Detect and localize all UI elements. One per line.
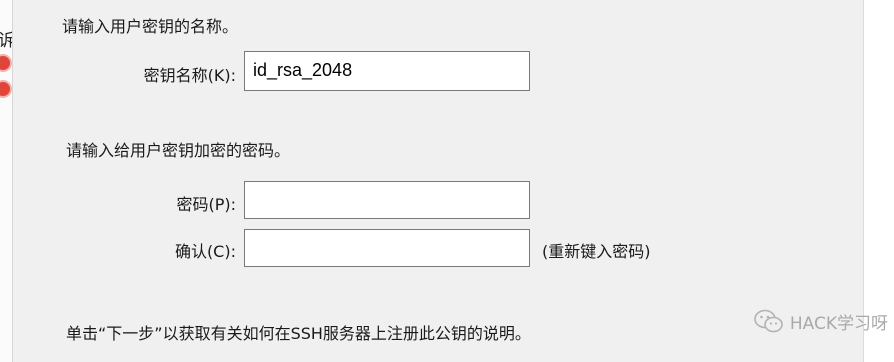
watermark-text: HACK学习呀 [789,313,888,334]
confirm-password-input[interactable] [244,229,530,267]
background-window-strip: 诉 [0,0,13,362]
key-name-instruction: 请输入用户密钥的名称。 [62,17,239,36]
key-name-label: 密钥名称(K): [143,66,236,85]
password-label: 密码(P): [176,195,236,214]
password-instruction: 请输入给用户密钥加密的密码。 [66,141,291,160]
confirm-password-hint: (重新键入密码) [542,242,651,261]
red-status-icon [0,80,12,98]
confirm-password-label: 确认(C): [174,242,236,261]
background-window-text: 诉 [0,26,12,51]
footer-instructions: 单击“下一步”以获取有关如何在SSH服务器上注册此公钥的说明。 [66,324,531,343]
red-status-icon [0,54,12,72]
key-name-input[interactable]: id_rsa_2048 [244,51,530,91]
wechat-icon [754,309,783,333]
watermark: HACK学习呀 [754,308,888,334]
password-input[interactable] [244,181,530,219]
